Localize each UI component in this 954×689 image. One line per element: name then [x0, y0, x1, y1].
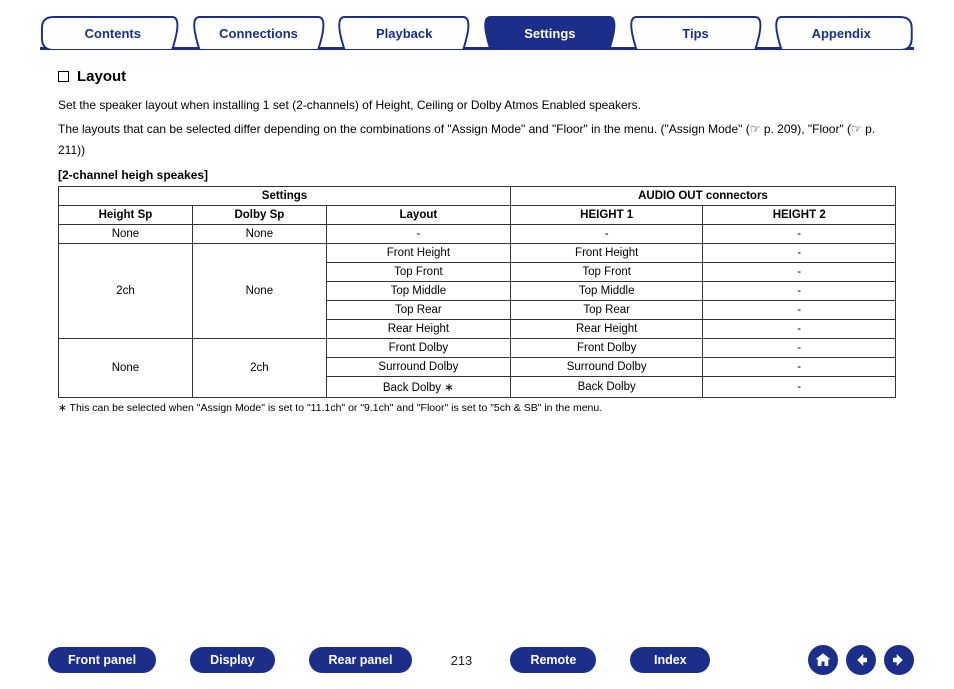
home-icon: [814, 651, 832, 669]
layout-table: Settings AUDIO OUT connectors Height Sp …: [58, 186, 896, 398]
table-row: None None - - -: [59, 225, 896, 244]
prev-page-button[interactable]: [846, 645, 876, 675]
tab-label: Tips: [623, 16, 769, 50]
tab-label: Connections: [186, 16, 332, 50]
arrow-left-icon: [852, 651, 870, 669]
th-height-sp: Height Sp: [59, 206, 193, 225]
table-caption: [2-channel heigh speakes]: [58, 168, 896, 182]
rear-panel-button[interactable]: Rear panel: [309, 647, 413, 673]
tab-label: Playback: [331, 16, 477, 50]
front-panel-button[interactable]: Front panel: [48, 647, 156, 673]
home-button[interactable]: [808, 645, 838, 675]
section-title: Layout: [77, 68, 126, 85]
bottom-nav: Front panel Display Rear panel 213 Remot…: [0, 645, 954, 689]
pointer-icon: ☞: [750, 122, 761, 136]
page-number: 213: [446, 653, 476, 668]
tab-label: Appendix: [768, 16, 914, 50]
display-button[interactable]: Display: [190, 647, 274, 673]
paragraph-2: The layouts that can be selected differ …: [58, 119, 896, 160]
tab-connections[interactable]: Connections: [186, 16, 332, 50]
tab-label: Contents: [40, 16, 186, 50]
arrow-right-icon: [890, 651, 908, 669]
index-button[interactable]: Index: [630, 647, 710, 673]
footnote: ∗ This can be selected when "Assign Mode…: [58, 402, 896, 414]
asterisk-icon: ∗: [58, 402, 67, 414]
th-audio-group: AUDIO OUT connectors: [510, 187, 895, 206]
tab-contents[interactable]: Contents: [40, 16, 186, 50]
next-page-button[interactable]: [884, 645, 914, 675]
page-content: Layout Set the speaker layout when insta…: [58, 68, 896, 414]
top-tabs: Contents Connections Playback Settings T…: [40, 16, 914, 50]
section-heading: Layout: [58, 68, 896, 85]
table-row: 2ch None Front Height Front Height -: [59, 244, 896, 263]
th-height2: HEIGHT 2: [703, 206, 896, 225]
square-bullet-icon: [58, 71, 69, 82]
asterisk-icon: ∗: [444, 382, 454, 394]
remote-button[interactable]: Remote: [510, 647, 596, 673]
tab-playback[interactable]: Playback: [331, 16, 477, 50]
tab-tips[interactable]: Tips: [623, 16, 769, 50]
tab-label: Settings: [477, 16, 623, 50]
th-height1: HEIGHT 1: [510, 206, 703, 225]
th-dolby-sp: Dolby Sp: [192, 206, 326, 225]
table-row: None 2ch Front Dolby Front Dolby -: [59, 339, 896, 358]
paragraph-1: Set the speaker layout when installing 1…: [58, 95, 896, 115]
th-settings-group: Settings: [59, 187, 511, 206]
th-layout: Layout: [326, 206, 510, 225]
tab-appendix[interactable]: Appendix: [768, 16, 914, 50]
tab-settings[interactable]: Settings: [477, 16, 623, 50]
pointer-icon: ☞: [851, 122, 862, 136]
